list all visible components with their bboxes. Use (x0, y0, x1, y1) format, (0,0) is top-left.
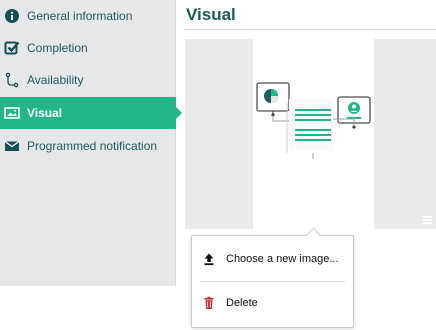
envelope-icon (4, 138, 20, 154)
sidebar-item-programmed-notification[interactable]: Programmed notification (0, 130, 176, 162)
sidebar-item-label: Programmed notification (27, 139, 158, 153)
title-divider (184, 29, 436, 30)
app-root: General information Completion Availabil… (0, 0, 436, 330)
menu-divider (200, 281, 345, 282)
sidebar-item-label: Completion (27, 41, 88, 55)
visual-preview[interactable] (185, 39, 436, 229)
sidebar-item-general-information[interactable]: General information (0, 0, 176, 32)
delete-label: Delete (226, 297, 258, 309)
image-options-popup: Choose a new image... Delete (191, 235, 354, 328)
info-circle-icon (4, 8, 20, 24)
sidebar-nav: General information Completion Availabil… (0, 0, 182, 286)
sidebar-item-label: Visual (27, 106, 63, 120)
hamburger-menu-icon[interactable] (422, 211, 432, 224)
check-square-icon (4, 40, 20, 56)
sidebar-item-availability[interactable]: Availability (0, 64, 176, 96)
choose-new-image-button[interactable]: Choose a new image... (192, 244, 353, 274)
illustration-image (256, 82, 371, 159)
sidebar-item-visual[interactable]: Visual (0, 97, 182, 129)
preview-image (253, 39, 374, 229)
delete-image-button[interactable]: Delete (192, 288, 353, 318)
sidebar-item-label: General information (27, 9, 133, 23)
upload-icon (202, 252, 216, 266)
page-title: Visual (186, 5, 236, 24)
branch-icon (4, 72, 20, 88)
sidebar-item-completion[interactable]: Completion (0, 32, 176, 64)
trash-icon (202, 296, 216, 310)
choose-new-image-label: Choose a new image... (226, 253, 339, 265)
sidebar-item-label: Availability (27, 73, 84, 87)
image-icon (4, 105, 20, 121)
